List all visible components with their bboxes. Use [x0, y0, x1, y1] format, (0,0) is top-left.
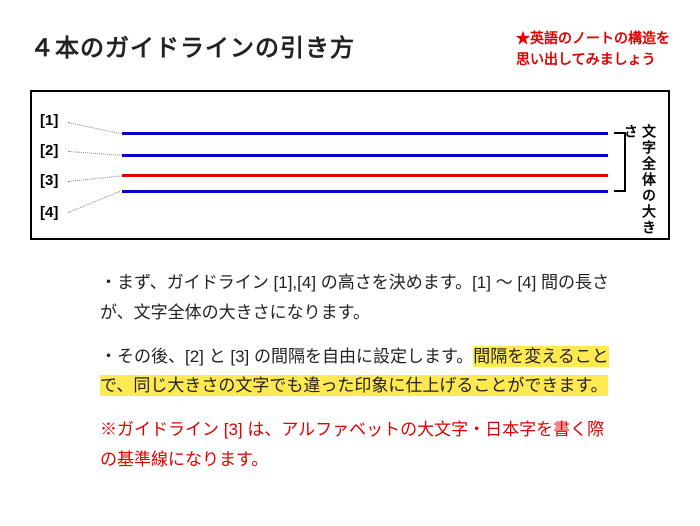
guideline-4 — [122, 190, 608, 193]
guideline-1 — [122, 132, 608, 135]
paragraph-1: ・まず、ガイドライン [1],[4] の高さを決めます。[1] ～ [4] 間の… — [100, 268, 620, 328]
label-1: [1] — [40, 112, 58, 129]
paragraph-3: ※ガイドライン [3] は、アルファベットの大文字・日本字を書く際の基準線になり… — [100, 415, 620, 475]
diagram-box: [1] [2] [3] [4] 文字全体の大きさ — [30, 90, 670, 240]
guideline-3 — [122, 174, 608, 177]
page-title: ４本のガイドラインの引き方 — [30, 28, 355, 63]
header-note: ★英語のノートの構造を 思い出してみましょう — [516, 28, 670, 70]
leader-2 — [68, 151, 122, 156]
header: ４本のガイドラインの引き方 ★英語のノートの構造を 思い出してみましょう — [30, 28, 670, 70]
guidelines-area — [122, 92, 608, 238]
leader-3 — [68, 175, 122, 182]
label-2: [2] — [40, 142, 58, 159]
p2-plain: ・その後、[2] と [3] の間隔を自由に設定します。 — [100, 347, 473, 366]
leader-1 — [68, 122, 123, 135]
label-4: [4] — [40, 204, 58, 221]
note-line-1: ★英語のノートの構造を — [516, 30, 670, 46]
diagram: [1] [2] [3] [4] 文字全体の大きさ — [30, 90, 670, 240]
label-3: [3] — [40, 172, 58, 189]
note-line-2: 思い出してみましょう — [516, 51, 656, 67]
body-text: ・まず、ガイドライン [1],[4] の高さを決めます。[1] ～ [4] 間の… — [30, 268, 670, 475]
guideline-2 — [122, 154, 608, 157]
paragraph-2: ・その後、[2] と [3] の間隔を自由に設定します。間隔を変えることで、同じ… — [100, 342, 620, 402]
leader-4 — [68, 191, 120, 213]
size-label: 文字全体の大きさ — [622, 124, 658, 238]
